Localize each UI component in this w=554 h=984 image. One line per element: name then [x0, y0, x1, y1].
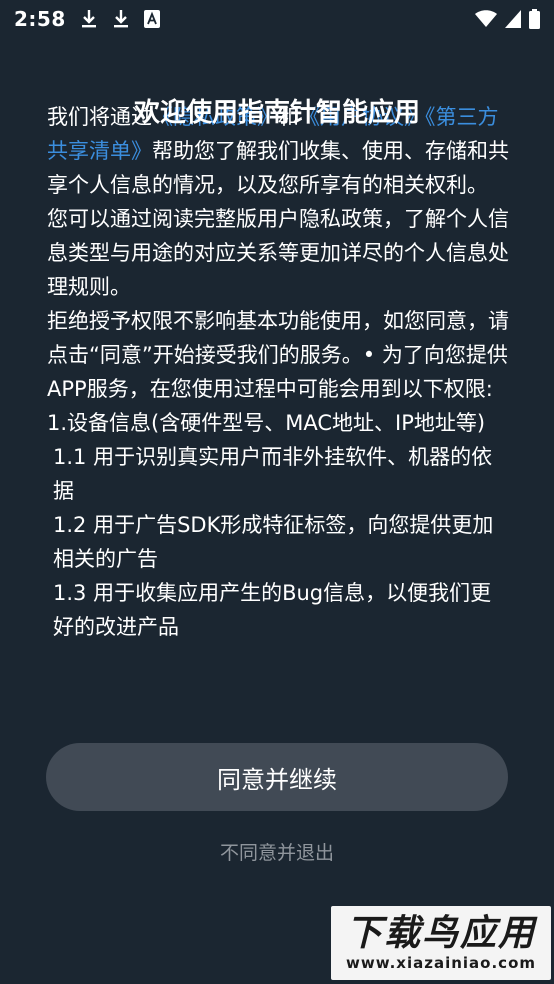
watermark: 下载鸟应用 www.xiazainiao.com [331, 906, 551, 980]
download-icon [80, 9, 98, 29]
permission-item-1-3: 1.3 用于收集应用产生的Bug信息，以便我们更好的改进产品 [53, 581, 492, 639]
permission-item-1: 1.设备信息(含硬件型号、MAC地址、IP地址等) [47, 411, 486, 435]
paragraph-3: 拒绝授予权限不影响基本功能使用，如您同意，请点击“同意”开始接受我们的服务。• … [47, 309, 509, 401]
permission-item-1-2: 1.2 用于广告SDK形成特征标签，向您提供更加相关的广告 [53, 513, 494, 571]
disagree-button[interactable]: 不同意并退出 [0, 838, 554, 865]
watermark-url: www.xiazainiao.com [345, 954, 537, 972]
dialog-content: 我们将通过《隐私政策》和《用户协议》《第三方共享清单》帮助您了解我们收集、使用、… [47, 100, 509, 644]
permission-item-1-1: 1.1 用于识别真实用户而非外挂软件、机器的依据 [53, 445, 493, 503]
watermark-logo: 下载鸟应用 [345, 913, 536, 954]
font-icon [143, 10, 160, 28]
battery-icon [529, 9, 540, 29]
wifi-icon [475, 10, 497, 28]
status-left: 2:58 [14, 7, 160, 31]
agree-button[interactable]: 同意并继续 [46, 743, 508, 811]
signal-icon [505, 10, 521, 28]
paragraph-2: 您可以通过阅读完整版用户隐私政策，了解个人信息类型与用途的对应关系等更加详尽的个… [47, 207, 509, 299]
status-time: 2:58 [14, 7, 66, 31]
status-right [475, 9, 540, 29]
download-icon [112, 9, 130, 29]
dialog-title: 欢迎使用指南针智能应用 [133, 98, 420, 128]
status-bar: 2:58 [0, 0, 554, 38]
